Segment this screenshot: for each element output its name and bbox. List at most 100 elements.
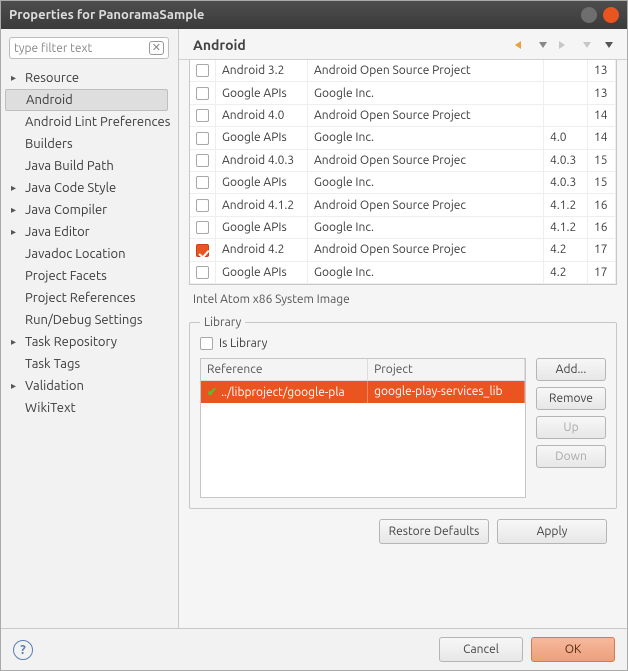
tree-item-label: Builders [23, 137, 73, 151]
tree-item[interactable]: Java Build Path [5, 155, 174, 177]
main-panel: Android Android 3.2Android Open Source P… [179, 29, 627, 628]
target-row[interactable]: Google APIsGoogle Inc.4.0.315 [190, 171, 616, 193]
target-name: Google APIs [216, 82, 308, 104]
expand-icon[interactable]: ▸ [11, 72, 23, 84]
target-row[interactable]: Android 4.0Android Open Source Project14 [190, 104, 616, 126]
target-row[interactable]: Google APIsGoogle Inc.4.217 [190, 261, 616, 283]
target-checkbox[interactable] [196, 244, 209, 257]
target-row[interactable]: Google APIsGoogle Inc.13 [190, 82, 616, 104]
target-vendor: Android Open Source Project [308, 104, 544, 126]
tree-item-label: Java Editor [23, 225, 90, 239]
tree-item[interactable]: Builders [5, 133, 174, 155]
view-menu-icon[interactable] [601, 37, 617, 53]
target-row[interactable]: Android 4.1.2Android Open Source Projec4… [190, 194, 616, 216]
target-api: 16 [588, 194, 616, 216]
target-checkbox[interactable] [196, 132, 209, 145]
target-vendor: Google Inc. [308, 127, 544, 149]
tree-item[interactable]: Project Facets [5, 265, 174, 287]
tree-item[interactable]: Project References [5, 287, 174, 309]
tree-item[interactable]: Javadoc Location [5, 243, 174, 265]
target-checkbox[interactable] [196, 154, 209, 167]
target-vendor: Google Inc. [308, 261, 544, 283]
target-checkbox[interactable] [196, 87, 209, 100]
dialog-body: type filter text ✕ ▸ResourceAndroidAndro… [1, 29, 627, 628]
target-row[interactable]: Google APIsGoogle Inc.4.014 [190, 127, 616, 149]
up-button[interactable]: Up [536, 416, 606, 439]
target-name: Android 4.2 [216, 239, 308, 261]
forward-icon[interactable] [557, 37, 573, 53]
expand-icon[interactable]: ▸ [11, 226, 23, 238]
target-checkbox[interactable] [196, 176, 209, 189]
target-name: Android 4.0.3 [216, 149, 308, 171]
back-icon[interactable] [513, 37, 529, 53]
tree-item-label: Validation [23, 379, 84, 393]
titlebar: Properties for PanoramaSample [1, 1, 627, 29]
tree-item[interactable]: Task Tags [5, 353, 174, 375]
minimize-icon[interactable] [581, 7, 597, 23]
tree-item-label: Javadoc Location [23, 247, 126, 261]
tree-item[interactable]: ▸Java Code Style [5, 177, 174, 199]
library-reference: ✔../libproject/google-pla [201, 380, 368, 403]
down-button[interactable]: Down [536, 445, 606, 468]
restore-defaults-button[interactable]: Restore Defaults [379, 519, 489, 544]
remove-button[interactable]: Remove [536, 387, 606, 410]
tree-item[interactable]: ▸Validation [5, 375, 174, 397]
target-checkbox[interactable] [196, 64, 209, 77]
tree-item-label: Project References [23, 291, 135, 305]
tree-item[interactable]: ▸Resource [5, 67, 174, 89]
properties-dialog: Properties for PanoramaSample type filte… [0, 0, 628, 671]
forward-menu-icon[interactable] [579, 37, 595, 53]
col-reference[interactable]: Reference [201, 359, 368, 381]
tree-item-label: Resource [23, 71, 79, 85]
target-api: 15 [588, 149, 616, 171]
target-checkbox[interactable] [196, 109, 209, 122]
tree-item[interactable]: WikiText [5, 397, 174, 419]
target-version [544, 82, 588, 104]
target-api: 14 [588, 127, 616, 149]
expand-icon[interactable]: ▸ [11, 380, 23, 392]
tree-item[interactable]: ▸Java Editor [5, 221, 174, 243]
add-button[interactable]: Add... [536, 358, 606, 381]
target-checkbox[interactable] [196, 221, 209, 234]
target-api: 14 [588, 104, 616, 126]
target-row[interactable]: Android 3.2Android Open Source Project13 [190, 60, 616, 82]
target-checkbox[interactable] [196, 266, 209, 279]
library-buttons: Add... Remove Up Down [536, 358, 606, 498]
close-icon[interactable] [603, 7, 619, 23]
filter-input[interactable]: type filter text ✕ [9, 37, 169, 59]
help-icon[interactable]: ? [13, 640, 33, 660]
cancel-button[interactable]: Cancel [439, 637, 523, 662]
library-row[interactable]: ✔../libproject/google-plagoogle-play-ser… [201, 380, 525, 403]
page-title: Android [193, 37, 507, 53]
tree-item-label: Java Code Style [23, 181, 116, 195]
target-row[interactable]: Android 4.2Android Open Source Projec4.2… [190, 239, 616, 261]
category-tree: ▸ResourceAndroidAndroid Lint Preferences… [5, 67, 174, 419]
target-vendor: Android Open Source Project [308, 60, 544, 82]
tree-item[interactable]: Android [5, 89, 168, 111]
back-menu-icon[interactable] [535, 37, 551, 53]
tree-item[interactable]: Run/Debug Settings [5, 309, 174, 331]
tree-item[interactable]: ▸Java Compiler [5, 199, 174, 221]
tree-item-label: WikiText [23, 401, 76, 415]
tree-item[interactable]: Android Lint Preferences [5, 111, 174, 133]
expand-icon[interactable]: ▸ [11, 336, 23, 348]
expand-icon[interactable]: ▸ [11, 182, 23, 194]
target-row[interactable]: Android 4.0.3Android Open Source Projec4… [190, 149, 616, 171]
tree-item[interactable]: ▸Task Repository [5, 331, 174, 353]
ok-button[interactable]: OK [531, 637, 615, 662]
clear-filter-icon[interactable]: ✕ [149, 41, 164, 55]
col-project[interactable]: Project [368, 359, 525, 381]
target-version: 4.0 [544, 127, 588, 149]
system-image-label: Intel Atom x86 System Image [189, 285, 617, 316]
target-vendor: Android Open Source Projec [308, 194, 544, 216]
is-library-row: Is Library [200, 337, 606, 350]
target-row[interactable]: Google APIsGoogle Inc.4.1.216 [190, 216, 616, 238]
target-version: 4.2 [544, 261, 588, 283]
page-buttons: Restore Defaults Apply [189, 509, 617, 544]
target-version: 4.0.3 [544, 149, 588, 171]
apply-button[interactable]: Apply [497, 519, 607, 544]
is-library-checkbox[interactable] [200, 337, 213, 350]
target-checkbox[interactable] [196, 199, 209, 212]
expand-icon[interactable]: ▸ [11, 204, 23, 216]
library-table[interactable]: Reference Project ✔../libproject/google-… [200, 358, 526, 498]
